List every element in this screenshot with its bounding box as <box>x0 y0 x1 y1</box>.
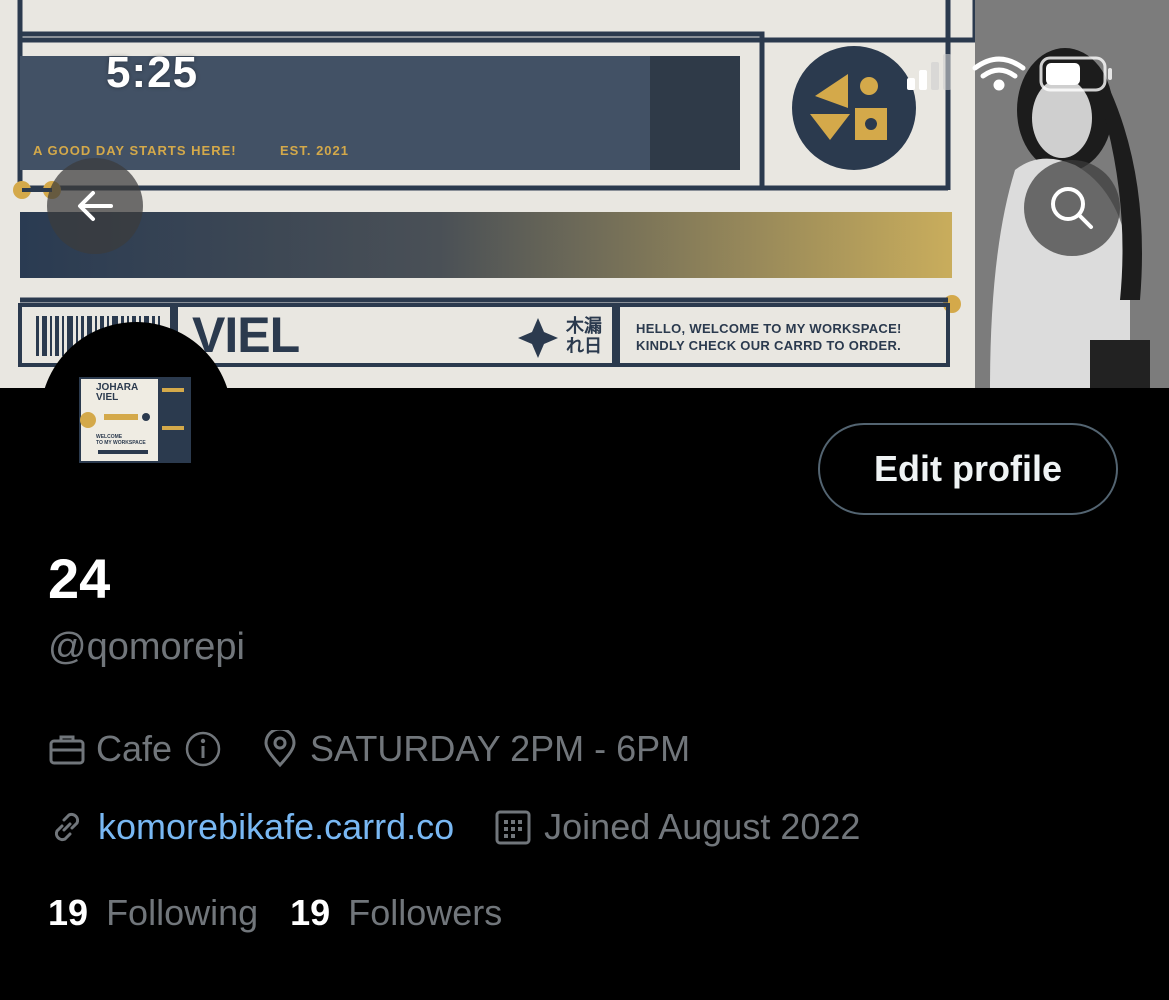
banner-welcome-line2: KINDLY CHECK OUR CARRD TO ORDER. <box>636 338 902 353</box>
calendar-icon <box>495 810 531 845</box>
avatar-title: JOHARA VIEL <box>96 383 138 403</box>
search-button[interactable] <box>1024 160 1120 256</box>
website-link[interactable]: komorebikafe.carrd.co <box>98 806 454 848</box>
banner-kanji-bottom: れ日 <box>566 336 602 356</box>
banner-est: EST. 2021 <box>280 143 349 158</box>
info-icon[interactable] <box>184 730 222 768</box>
username-handle: @qomorepi <box>48 626 245 668</box>
following-link[interactable]: 19 Following <box>48 892 258 934</box>
banner-welcome-line1: HELLO, WELCOME TO MY WORKSPACE! <box>636 321 902 336</box>
avatar-card-art <box>79 377 191 463</box>
link-icon <box>54 812 80 842</box>
banner-kanji: 木漏 れ日 <box>566 316 602 356</box>
battery-icon <box>1039 56 1112 92</box>
following-count: 19 <box>48 892 89 933</box>
follow-stats: 19 Following 19 Followers <box>48 892 502 934</box>
signal-icon <box>907 54 951 90</box>
profile-avatar[interactable]: JOHARA VIEL WELCOME TO MY WORKSPACE <box>40 322 232 514</box>
profile-meta-row-2: komorebikafe.carrd.co Joined August 2022 <box>48 806 860 848</box>
followers-count: 19 <box>290 892 331 933</box>
avatar-title-line2: VIEL <box>96 392 119 403</box>
banner-tagline: A GOOD DAY STARTS HERE! <box>33 143 237 158</box>
followers-label: Followers <box>348 892 503 933</box>
search-icon <box>1051 187 1093 229</box>
location-item: SATURDAY 2PM - 6PM <box>262 728 690 770</box>
category-item[interactable]: Cafe <box>48 728 222 770</box>
location-pin-icon <box>264 730 296 768</box>
website-item[interactable]: komorebikafe.carrd.co <box>48 806 454 848</box>
profile-meta-row-1: Cafe SATURDAY 2PM - 6PM <box>48 728 690 770</box>
back-button[interactable] <box>47 158 143 254</box>
banner-welcome: HELLO, WELCOME TO MY WORKSPACE! KINDLY C… <box>636 320 902 354</box>
joined-text: Joined August 2022 <box>544 806 861 847</box>
status-time: 5:25 <box>106 48 199 97</box>
wifi-icon <box>972 56 1026 91</box>
banner-kanji-top: 木漏 <box>566 316 602 336</box>
status-icons <box>905 52 1115 96</box>
display-name: 24 <box>48 547 111 610</box>
edit-profile-button[interactable]: Edit profile <box>818 423 1118 515</box>
followers-link[interactable]: 19 Followers <box>290 892 502 934</box>
category-text: Cafe <box>96 728 173 769</box>
following-label: Following <box>106 892 259 933</box>
briefcase-icon <box>49 735 85 765</box>
avatar-welcome: WELCOME TO MY WORKSPACE <box>96 434 146 446</box>
joined-item: Joined August 2022 <box>494 806 860 848</box>
back-arrow-icon <box>78 191 113 221</box>
location-text: SATURDAY 2PM - 6PM <box>310 728 691 769</box>
avatar-welcome-line2: TO MY WORKSPACE <box>96 440 146 446</box>
